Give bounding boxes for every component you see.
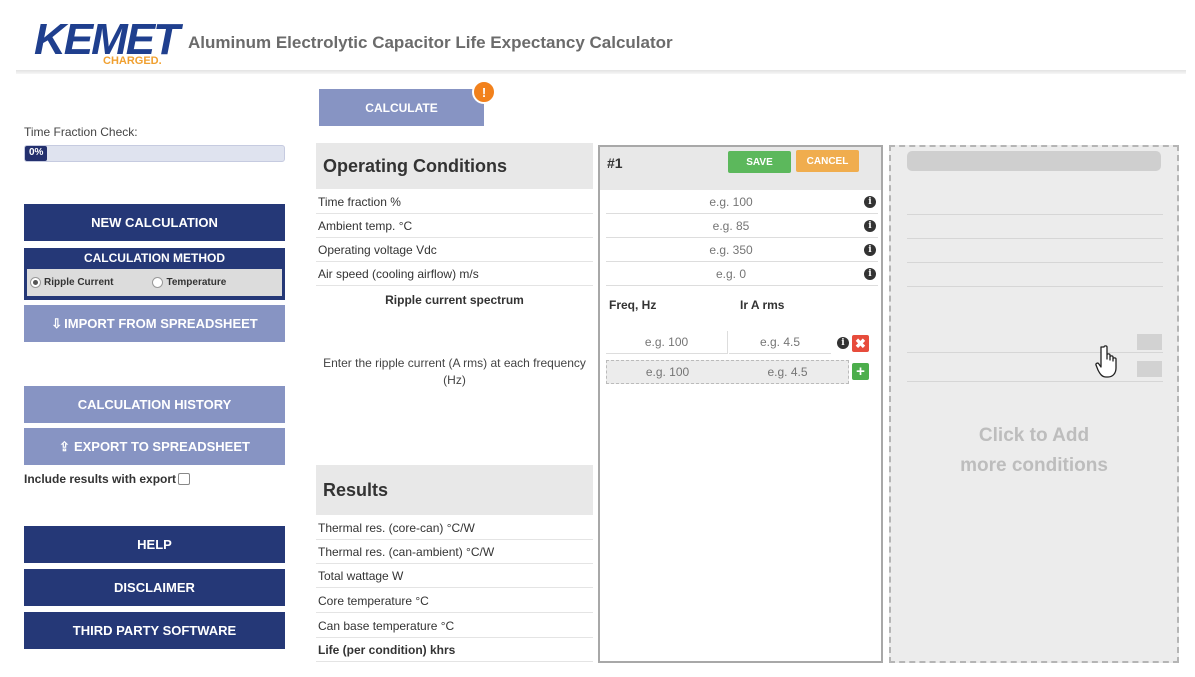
placeholder-header-bar — [907, 151, 1161, 171]
label-can-base-temperature: Can base temperature °C — [316, 614, 593, 638]
calculation-method-options: Ripple Current Temperature — [27, 269, 282, 296]
ambient-temp-field: i — [606, 215, 878, 238]
label-thermal-can-ambient: Thermal res. (can-ambient) °C/W — [316, 540, 593, 564]
export-spreadsheet-button[interactable]: ⇪ EXPORT TO SPREADSHEET — [24, 428, 285, 465]
new-calculation-button[interactable]: NEW CALCULATION — [24, 204, 285, 241]
placeholder-line — [907, 352, 1163, 353]
time-fraction-input[interactable] — [606, 195, 856, 209]
ripple-current-field — [729, 331, 831, 354]
ambient-temp-input[interactable] — [606, 219, 856, 233]
placeholder-line — [907, 238, 1163, 239]
ripple-new-row — [606, 360, 849, 384]
placeholder-line — [907, 262, 1163, 263]
radio-temperature[interactable]: Temperature — [152, 277, 226, 288]
condition-panel-1: #1 SAVE CANCEL i i i i Freq, Hz Ir A rms… — [598, 145, 883, 663]
placeholder-block — [1137, 334, 1162, 350]
label-air-speed: Air speed (cooling airflow) m/s — [316, 262, 593, 286]
info-icon[interactable]: i — [864, 244, 876, 256]
label-thermal-core-can: Thermal res. (core-can) °C/W — [316, 516, 593, 540]
radio-ripple-current[interactable]: Ripple Current — [30, 277, 113, 288]
import-spreadsheet-label: IMPORT FROM SPREADSHEET — [64, 316, 258, 331]
label-total-wattage: Total wattage W — [316, 564, 593, 588]
add-condition-panel[interactable]: Click to Add more conditions — [889, 145, 1179, 663]
label-time-fraction: Time fraction % — [316, 190, 593, 214]
label-ambient-temp: Ambient temp. °C — [316, 214, 593, 238]
radio-ripple-current-dot[interactable] — [30, 277, 41, 288]
export-icon: ⇪ — [59, 438, 70, 454]
third-party-software-button[interactable]: THIRD PARTY SOFTWARE — [24, 612, 285, 649]
current-column-header: Ir A rms — [740, 298, 785, 312]
ripple-spectrum-heading: Ripple current spectrum — [385, 293, 524, 307]
info-icon[interactable]: i — [864, 220, 876, 232]
results-heading: Results — [316, 465, 593, 515]
save-button[interactable]: SAVE — [728, 151, 791, 173]
delete-row-button[interactable]: ✖ — [852, 335, 869, 352]
help-button[interactable]: HELP — [24, 526, 285, 563]
progress-text: 0% — [29, 147, 44, 158]
operating-voltage-input[interactable] — [606, 243, 856, 257]
radio-temperature-label: Temperature — [166, 277, 227, 288]
info-icon[interactable]: i — [864, 196, 876, 208]
time-fraction-label: Time Fraction Check: — [24, 125, 138, 139]
label-life-per-condition: Life (per condition) khrs — [316, 638, 593, 662]
calculation-history-button[interactable]: CALCULATION HISTORY — [24, 386, 285, 423]
calculation-method-panel: CALCULATION METHOD Ripple Current Temper… — [24, 248, 285, 300]
cancel-button[interactable]: CANCEL — [796, 150, 859, 172]
add-conditions-text: Click to Add more conditions — [891, 421, 1177, 481]
ripple-freq-field — [606, 331, 728, 354]
operating-conditions-heading: Operating Conditions — [316, 143, 593, 189]
air-speed-field: i — [606, 263, 878, 286]
include-results-label: Include results with export — [24, 472, 177, 486]
time-fraction-field: i — [606, 191, 878, 214]
ripple-new-freq-input[interactable] — [607, 365, 728, 379]
export-spreadsheet-label: EXPORT TO SPREADSHEET — [73, 439, 250, 454]
include-results-checkbox[interactable] — [178, 473, 191, 485]
logo-tagline: CHARGED. — [103, 55, 162, 67]
add-conditions-line1: Click to Add — [978, 425, 1090, 446]
placeholder-line — [907, 214, 1163, 215]
label-operating-voltage: Operating voltage Vdc — [316, 238, 593, 262]
import-spreadsheet-button[interactable]: ⇩ IMPORT FROM SPREADSHEET — [24, 305, 285, 342]
warning-icon[interactable]: ! — [472, 80, 496, 104]
import-icon: ⇩ — [51, 315, 63, 331]
air-speed-input[interactable] — [606, 267, 856, 281]
condition-number: #1 — [607, 155, 623, 171]
hand-pointer-icon — [1095, 345, 1117, 378]
calculation-method-title: CALCULATION METHOD — [83, 251, 226, 265]
radio-ripple-current-label: Ripple Current — [44, 277, 114, 288]
add-conditions-line2: more conditions — [960, 455, 1108, 476]
placeholder-line — [907, 286, 1163, 287]
header-divider — [16, 70, 1186, 74]
time-fraction-progress: 0% — [24, 145, 285, 162]
disclaimer-button[interactable]: DISCLAIMER — [24, 569, 285, 606]
placeholder-block — [1137, 361, 1162, 377]
condition-header: #1 SAVE CANCEL — [600, 147, 881, 190]
label-core-temperature: Core temperature °C — [316, 589, 593, 613]
include-results-row: Include results with export — [24, 472, 191, 486]
app-title: Aluminum Electrolytic Capacitor Life Exp… — [188, 33, 673, 52]
ripple-freq-input[interactable] — [606, 335, 727, 349]
ripple-new-current-input[interactable] — [727, 365, 848, 379]
info-icon[interactable]: i — [837, 337, 849, 349]
ripple-spectrum-description: Enter the ripple current (A rms) at each… — [323, 356, 586, 387]
add-row-button[interactable]: + — [852, 363, 869, 380]
ripple-current-input[interactable] — [729, 335, 831, 349]
radio-temperature-dot[interactable] — [152, 277, 164, 288]
freq-column-header: Freq, Hz — [609, 298, 657, 312]
placeholder-line — [907, 381, 1163, 382]
voltage-field: i — [606, 239, 878, 262]
calculate-button[interactable]: CALCULATE — [319, 89, 484, 126]
info-icon[interactable]: i — [864, 268, 876, 280]
